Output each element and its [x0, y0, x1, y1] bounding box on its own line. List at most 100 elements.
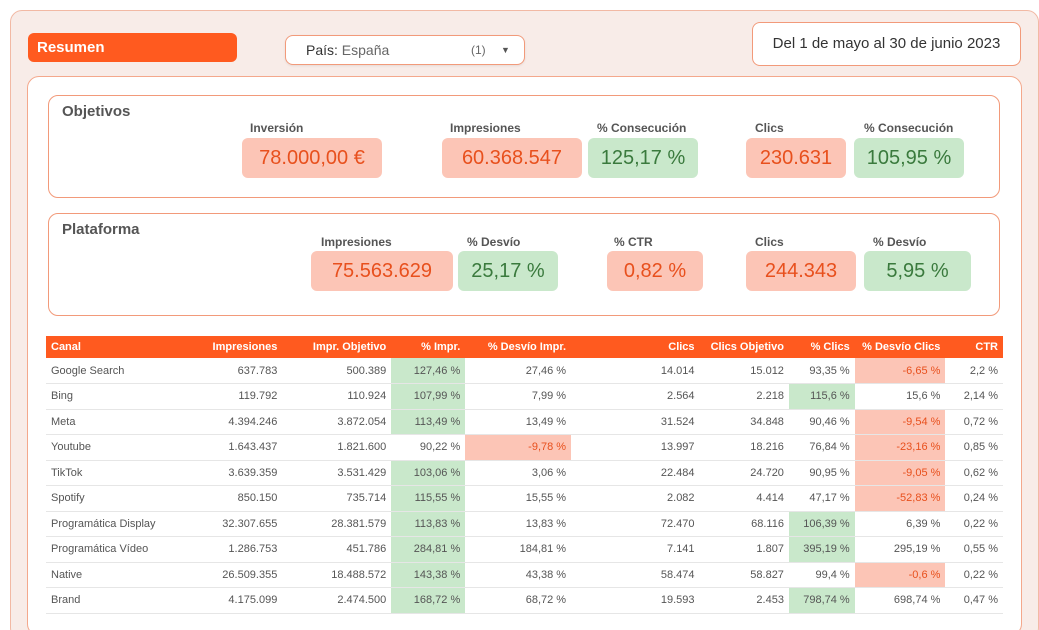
cell-pct-impr: 113,49 %	[391, 409, 466, 435]
cell-impresiones: 1.286.753	[195, 536, 283, 563]
table-row: TikTok 3.639.359 3.531.429 103,06 % 3,06 % 22…	[46, 460, 1003, 486]
table-row: Bing 119.792 110.924 107,99 % 7,99 % 2.564 2.2…	[46, 383, 1003, 410]
cell-impr-objetivo: 451.786	[282, 536, 392, 563]
col-clics-objetivo[interactable]: Clics Objetivo	[700, 336, 789, 358]
country-filter-count: (1)	[471, 43, 486, 57]
cell-impresiones: 4.175.099	[195, 587, 283, 614]
col-clics[interactable]: Clics	[571, 336, 699, 358]
plataforma-title: Plataforma	[62, 221, 140, 238]
cell-pct-impr: 107,99 %	[391, 383, 466, 410]
chevron-down-icon: ▼	[501, 45, 510, 55]
cell-clics: 19.593	[571, 587, 700, 614]
cell-canal: Youtube	[46, 434, 195, 461]
plataforma-card: Plataforma Impresiones 75.563.629 % Desv…	[48, 213, 1000, 316]
cell-clics: 2.564	[571, 383, 700, 410]
consecucion-clics-label: % Consecución	[864, 121, 954, 135]
cell-pct-impr: 127,46 %	[391, 358, 466, 384]
cell-clics: 14.014	[571, 358, 700, 384]
cell-desvio-impr: 7,99 %	[465, 383, 572, 410]
plataforma-impresiones-value: 75.563.629	[311, 251, 453, 291]
cell-ctr: 0,62 %	[945, 460, 1003, 486]
plataforma-desvio-clics-label: % Desvío	[873, 235, 927, 249]
col-pct-impr[interactable]: % Impr.	[391, 336, 465, 358]
cell-pct-clics: 99,4 %	[788, 562, 855, 588]
cell-pct-impr: 103,06 %	[391, 460, 466, 486]
cell-ctr: 0,85 %	[945, 434, 1003, 461]
cell-desvio-clics: -23,16 %	[854, 434, 946, 461]
cell-clics: 58.474	[571, 562, 700, 588]
ctr-label: % CTR	[614, 235, 653, 249]
consecucion-impresiones-value: 125,17 %	[588, 138, 698, 178]
col-canal[interactable]: Canal	[46, 336, 195, 358]
cell-desvio-clics: 295,19 %	[854, 536, 946, 563]
cell-desvio-clics: -9,05 %	[854, 460, 946, 486]
cell-ctr: 0,72 %	[945, 409, 1003, 435]
table-row: Brand 4.175.099 2.474.500 168,72 % 68,72 % 19…	[46, 587, 1003, 614]
cell-impresiones: 3.639.359	[195, 460, 283, 486]
col-pct-clics[interactable]: % Clics	[789, 336, 855, 358]
cell-desvio-impr: 15,55 %	[465, 485, 572, 512]
cell-desvio-clics: 6,39 %	[854, 511, 946, 537]
date-range[interactable]: Del 1 de mayo al 30 de junio 2023	[752, 22, 1021, 66]
cell-clics: 2.082	[571, 485, 700, 512]
plataforma-desvio-impresiones-value: 25,17 %	[458, 251, 558, 291]
clics-value: 230.631	[746, 138, 846, 178]
cell-pct-impr: 143,38 %	[391, 562, 466, 588]
impresiones-label: Impresiones	[450, 121, 521, 135]
cell-canal: TikTok	[46, 460, 195, 486]
clics-label: Clics	[755, 121, 784, 135]
plataforma-clics-label: Clics	[755, 235, 784, 249]
page-title: Resumen	[28, 33, 237, 62]
cell-impr-objetivo: 1.821.600	[282, 434, 392, 461]
cell-impr-objetivo: 3.531.429	[282, 460, 392, 486]
cell-clics-objetivo: 1.807	[699, 536, 789, 563]
ctr-value: 0,82 %	[607, 251, 703, 291]
cell-pct-impr: 168,72 %	[391, 587, 466, 614]
cell-desvio-clics: 15,6 %	[854, 383, 946, 410]
col-ctr[interactable]: CTR	[945, 336, 1003, 358]
col-desvio-clics[interactable]: % Desvío Clics	[855, 336, 946, 358]
country-filter[interactable]: País: España (1) ▼	[285, 35, 525, 65]
cell-canal: Native	[46, 562, 195, 588]
cell-ctr: 0,22 %	[945, 562, 1003, 588]
cell-pct-clics: 115,6 %	[788, 383, 855, 410]
cell-canal: Spotify	[46, 485, 195, 512]
cell-pct-clics: 90,46 %	[788, 409, 855, 435]
cell-clics-objetivo: 2.453	[699, 587, 789, 614]
cell-clics-objetivo: 15.012	[699, 358, 789, 384]
cell-clics-objetivo: 68.116	[699, 511, 789, 537]
objetivos-card: Objetivos Inversión 78.000,00 € Impresio…	[48, 95, 1000, 198]
cell-pct-clics: 90,95 %	[788, 460, 855, 486]
cell-desvio-clics: -9,54 %	[854, 409, 946, 435]
plataforma-desvio-impresiones-label: % Desvío	[467, 235, 521, 249]
cell-pct-impr: 113,83 %	[391, 511, 466, 537]
cell-impresiones: 637.783	[195, 358, 283, 384]
cell-ctr: 0,24 %	[945, 485, 1003, 512]
cell-desvio-clics: -52,83 %	[854, 485, 946, 512]
cell-pct-clics: 93,35 %	[788, 358, 855, 384]
consecucion-clics-value: 105,95 %	[854, 138, 964, 178]
col-impr-objetivo[interactable]: Impr. Objetivo	[282, 336, 391, 358]
cell-pct-clics: 798,74 %	[788, 587, 855, 614]
objetivos-title: Objetivos	[62, 103, 131, 120]
cell-impr-objetivo: 2.474.500	[282, 587, 392, 614]
cell-desvio-clics: 698,74 %	[854, 587, 946, 614]
cell-desvio-clics: -6,65 %	[854, 358, 946, 384]
table-row: Programática Display 32.307.655 28.381.579…	[46, 511, 1003, 537]
col-impresiones[interactable]: Impresiones	[195, 336, 282, 358]
col-desvio-impr[interactable]: % Desvío Impr.	[465, 336, 571, 358]
cell-clics: 72.470	[571, 511, 700, 537]
country-filter-value: España	[341, 42, 390, 58]
cell-clics-objetivo: 18.216	[699, 434, 789, 461]
plataforma-impresiones-label: Impresiones	[321, 235, 392, 249]
inversion-value: 78.000,00 €	[242, 138, 382, 178]
cell-impr-objetivo: 3.872.054	[282, 409, 392, 435]
cell-desvio-impr: 27,46 %	[465, 358, 572, 384]
cell-ctr: 2,2 %	[945, 358, 1003, 384]
cell-impresiones: 4.394.246	[195, 409, 283, 435]
cell-clics-objetivo: 4.414	[699, 485, 789, 512]
cell-pct-clics: 395,19 %	[788, 536, 855, 563]
plataforma-clics-value: 244.343	[746, 251, 856, 291]
cell-canal: Brand	[46, 587, 195, 614]
cell-impresiones: 850.150	[195, 485, 283, 512]
